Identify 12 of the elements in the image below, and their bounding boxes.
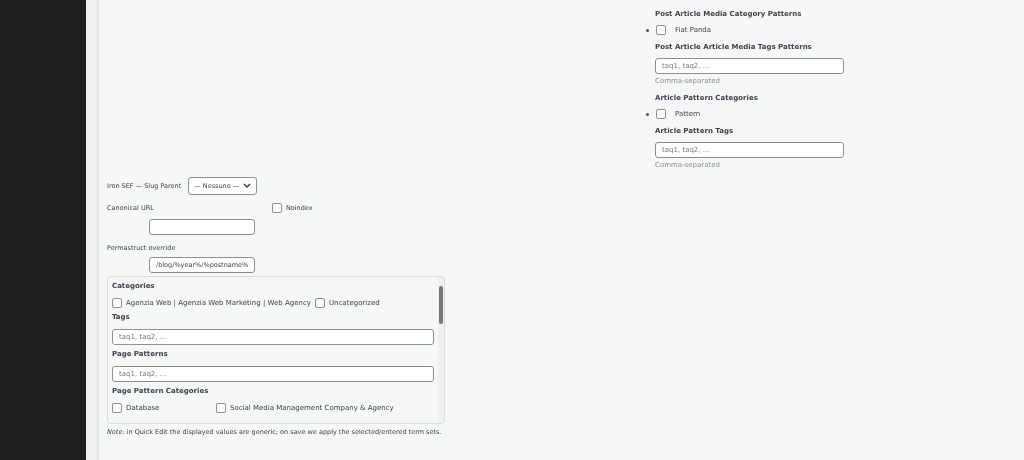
bullet-icon (646, 28, 649, 32)
checkbox[interactable] (656, 25, 666, 35)
checkbox[interactable] (271, 203, 282, 213)
checkbox[interactable] (314, 298, 325, 308)
checkbox[interactable] (112, 403, 122, 413)
checkbox[interactable] (112, 298, 122, 308)
checkbox[interactable] (216, 403, 226, 413)
checkbox[interactable] (656, 109, 666, 119)
bullet-icon (646, 112, 649, 116)
canonical-url-input[interactable] (149, 219, 255, 235)
chevron-down-icon (243, 183, 252, 189)
scrollbar[interactable] (438, 277, 444, 423)
